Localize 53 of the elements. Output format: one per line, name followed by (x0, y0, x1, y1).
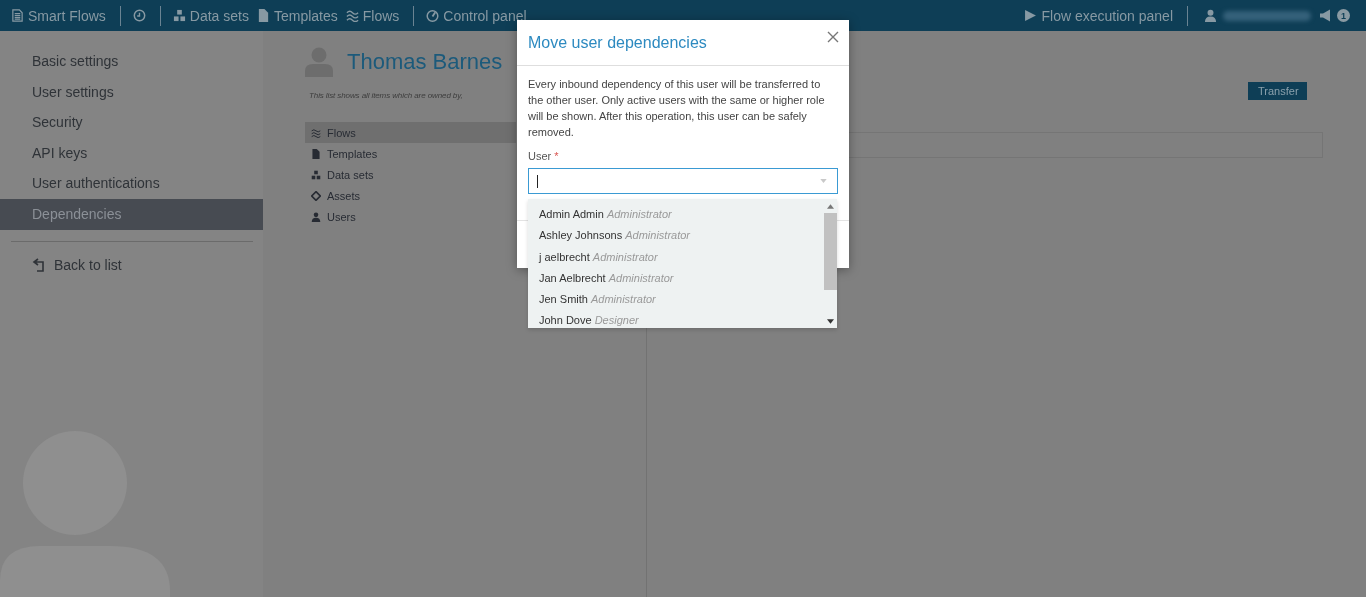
back-link[interactable]: Back to list (0, 256, 263, 273)
document-icon (311, 148, 321, 159)
sidebar-item[interactable]: User authentications (0, 168, 263, 199)
nav-link[interactable]: Data sets (172, 7, 249, 24)
diamond-icon (311, 190, 321, 201)
dropdown-option[interactable]: Admin Admin Administrator (539, 204, 823, 226)
waves-icon (345, 9, 359, 22)
nav-link[interactable]: Control panel (426, 7, 527, 24)
megaphone-icon[interactable] (1319, 9, 1333, 22)
sidebar-item[interactable]: API keys (0, 137, 263, 169)
scroll-down-icon[interactable] (826, 319, 834, 324)
clock-icon (132, 9, 146, 22)
back-arrow-icon (32, 257, 46, 272)
user-icon (311, 211, 321, 222)
user-name-title: Thomas Barnes (347, 49, 503, 75)
user-icon[interactable] (1204, 9, 1217, 22)
required-mark: * (554, 150, 559, 162)
sidebar-item[interactable]: Basic settings (0, 46, 263, 77)
dropdown-option[interactable]: Jan Aelbrecht Administrator (539, 267, 823, 290)
notification-badge[interactable]: 1 (1337, 9, 1350, 22)
play-icon (1024, 9, 1038, 22)
category-item[interactable]: Data sets (305, 164, 516, 185)
field-label: User (528, 150, 552, 162)
dialog-title: Move user dependencies (528, 33, 707, 52)
category-item[interactable]: Users (305, 206, 516, 227)
document-icon (256, 9, 270, 22)
dropdown-option[interactable]: Ashley Johnsons Administrator (539, 225, 823, 247)
category-item[interactable]: Flows (305, 122, 516, 143)
brand-link[interactable]: Smart Flows (11, 7, 106, 24)
dropdown-option[interactable]: j aelbrecht Administrator (539, 246, 823, 268)
caret-icon (820, 179, 827, 183)
gauge-icon (426, 9, 440, 22)
scroll-up-icon[interactable] (826, 204, 834, 209)
dropdown-option[interactable]: John Dove Designer (539, 310, 823, 328)
dropdown-option[interactable]: Jen Smith Administrator (539, 289, 823, 311)
transfer-button[interactable]: Transfer (1248, 82, 1307, 100)
nav-link[interactable]: Flows (345, 7, 400, 24)
waves-icon (311, 127, 321, 138)
scrollbar[interactable] (823, 199, 837, 328)
blocks-icon (311, 169, 321, 180)
category-item[interactable]: Assets (305, 185, 516, 206)
history-button[interactable] (132, 9, 146, 22)
blocks-icon (172, 9, 186, 22)
execution-panel-link[interactable]: Flow execution panel (1024, 7, 1173, 24)
category-item[interactable]: Templates (305, 143, 516, 164)
user-select-field[interactable] (528, 168, 838, 194)
sidebar-item[interactable]: User settings (0, 76, 263, 108)
sidebar-item[interactable]: Dependencies (0, 198, 263, 230)
nav-link[interactable]: Templates (256, 7, 338, 24)
document-icon (11, 9, 24, 22)
dialog-description: Every inbound dependency of this user will be transferred to the other user. Only active users with the same or higher role will be shown. After this operation, this user can be safely removed. (528, 77, 826, 140)
close-icon[interactable] (827, 30, 839, 43)
sidebar-item[interactable]: Security (0, 107, 263, 138)
